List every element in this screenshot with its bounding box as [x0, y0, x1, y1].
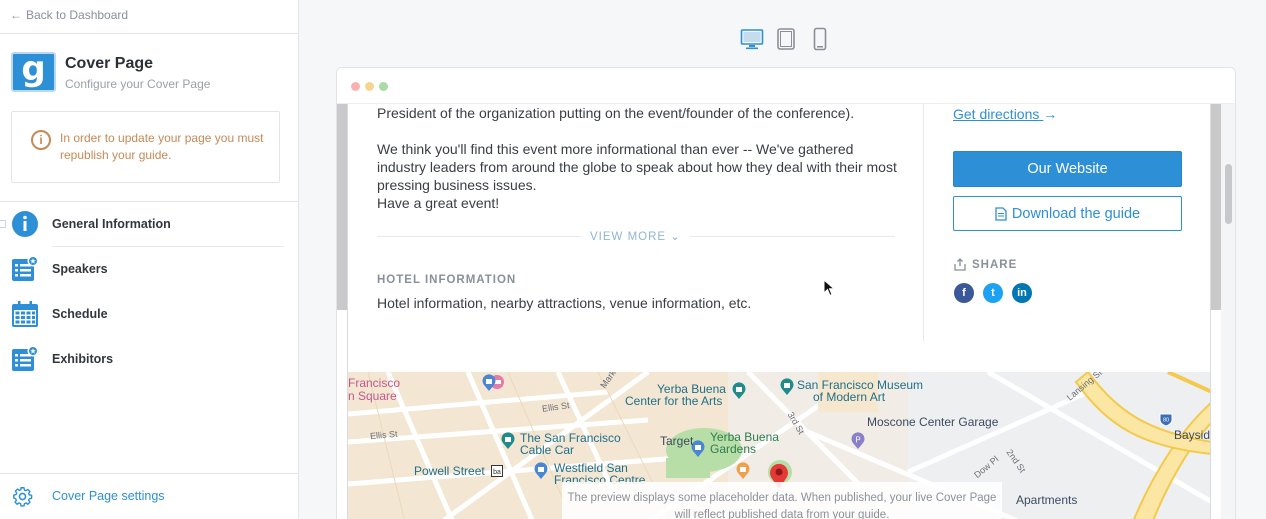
parking-pin-icon: P	[851, 432, 865, 449]
mobile-icon[interactable]	[812, 27, 828, 51]
get-directions-link[interactable]: Get directions →	[953, 106, 1057, 122]
svg-text:80: 80	[1163, 418, 1169, 424]
page-subtitle: Configure your Cover Page	[65, 77, 211, 91]
arrow-left-icon: ←	[10, 8, 22, 22]
map-label: n Square	[348, 389, 397, 403]
list-badge-icon	[12, 345, 39, 371]
document-icon	[995, 206, 1007, 221]
map-label: Center for the Arts	[625, 394, 723, 408]
back-link-label: Back to Dashboard	[26, 8, 129, 22]
twitter-share-button[interactable]: t	[983, 283, 1003, 303]
guide-logo: g	[11, 52, 56, 92]
sidebar-item-label: Speakers	[52, 262, 108, 276]
transit-station-icon: ba	[491, 465, 503, 477]
view-more-button[interactable]: VIEW MORE ⌄	[581, 229, 690, 243]
map-label: Bayside	[1174, 428, 1211, 442]
warning-info-icon: i	[31, 130, 51, 150]
share-icon	[954, 258, 966, 271]
sidebar-item-speakers[interactable]: Speakers	[0, 247, 298, 291]
museum-pin-icon	[732, 382, 746, 399]
description-paragraph: We think you'll find this event more inf…	[377, 141, 897, 193]
sidebar: ← Back to Dashboard g Cover Page Configu…	[0, 0, 299, 519]
window-close-dot	[351, 82, 360, 91]
directions-label: Get directions	[953, 106, 1040, 122]
our-website-button[interactable]: Our Website	[953, 151, 1182, 187]
svg-text:ba: ba	[493, 469, 501, 476]
facebook-share-button[interactable]: f	[954, 283, 974, 303]
preview-page: President of the organization putting on…	[347, 104, 1211, 519]
map-label: of Modern Art	[813, 390, 886, 404]
mouse-cursor-icon	[823, 279, 835, 297]
warning-text: In order to update your page you must re…	[60, 131, 264, 162]
bag-pin-icon	[482, 374, 496, 391]
divider	[0, 33, 298, 34]
map-label: Powell Street	[414, 464, 485, 478]
calendar-icon	[12, 301, 38, 327]
highway-shield-icon: 80	[1159, 413, 1173, 426]
list-badge-icon	[12, 255, 39, 281]
sidebar-item-schedule[interactable]: Schedule	[0, 292, 298, 336]
share-section: SHARE	[954, 258, 1017, 271]
download-guide-button[interactable]: Download the guide	[953, 196, 1182, 231]
map-label: Moscone Center Garage	[867, 415, 999, 429]
map-label: Gardens	[710, 442, 757, 456]
tablet-icon[interactable]	[776, 27, 796, 51]
window-zoom-dot	[379, 82, 388, 91]
map-label: Cable Car	[520, 443, 575, 457]
cover-page-preview: President of the organization putting on…	[336, 67, 1236, 519]
browser-chrome	[337, 68, 1235, 104]
preview-scrollbar[interactable]	[1221, 104, 1235, 519]
settings-label: Cover Page settings	[52, 489, 165, 503]
cafe-pin-icon	[736, 462, 750, 479]
hotel-heading: HOTEL INFORMATION	[377, 274, 517, 286]
venue-map[interactable]: P ba 80 Francisco n Square Ellis St Elli…	[348, 372, 1211, 519]
sidebar-item-label: Exhibitors	[52, 352, 114, 366]
sidebar-item-label: Schedule	[52, 307, 108, 321]
sidebar-item-label: General Information	[52, 217, 171, 231]
gutter	[337, 104, 347, 310]
gutter	[1211, 104, 1221, 310]
museum-pin-icon	[501, 432, 515, 449]
svg-text:P: P	[855, 436, 860, 445]
map-label: Target	[660, 434, 694, 448]
hotel-text: Hotel information, nearby attractions, v…	[377, 295, 752, 311]
chevron-down-icon: ⌄	[670, 231, 681, 243]
shopping-pin-icon	[534, 462, 548, 479]
sidebar-item-general-information[interactable]: General Information	[0, 202, 298, 246]
gear-icon	[13, 487, 33, 507]
info-icon	[12, 211, 38, 237]
description-paragraph: Have a great event!	[377, 195, 500, 211]
map-label: Apartments	[1016, 493, 1078, 507]
description-paragraph: President of the organization putting on…	[377, 105, 855, 121]
event-description: President of the organization putting on…	[377, 104, 902, 212]
linkedin-share-button[interactable]: in	[1012, 283, 1032, 303]
page-title: Cover Page	[65, 55, 154, 72]
window-minimize-dot	[365, 82, 374, 91]
column-divider	[923, 104, 924, 341]
map-label: Francisco	[348, 376, 401, 390]
twitter-icon: t	[991, 287, 995, 299]
preview-notice: The preview displays some placeholder da…	[562, 482, 1002, 519]
share-label: SHARE	[972, 258, 1018, 271]
logo-letter: g	[21, 49, 46, 89]
download-label: Download the guide	[1011, 205, 1141, 222]
cover-page-settings-button[interactable]: Cover Page settings	[0, 473, 298, 519]
museum-pin-icon	[780, 378, 794, 395]
republish-warning: i In order to update your page you must …	[11, 111, 280, 183]
arrow-right-icon: →	[1043, 106, 1058, 122]
linkedin-icon: in	[1017, 287, 1027, 299]
sidebar-item-exhibitors[interactable]: Exhibitors	[0, 337, 298, 381]
back-to-dashboard-link[interactable]: ← Back to Dashboard	[10, 8, 128, 22]
scrollbar-thumb[interactable]	[1225, 164, 1232, 224]
view-more-label: VIEW MORE	[590, 231, 667, 243]
facebook-icon: f	[962, 287, 966, 299]
desktop-icon[interactable]	[740, 27, 764, 51]
